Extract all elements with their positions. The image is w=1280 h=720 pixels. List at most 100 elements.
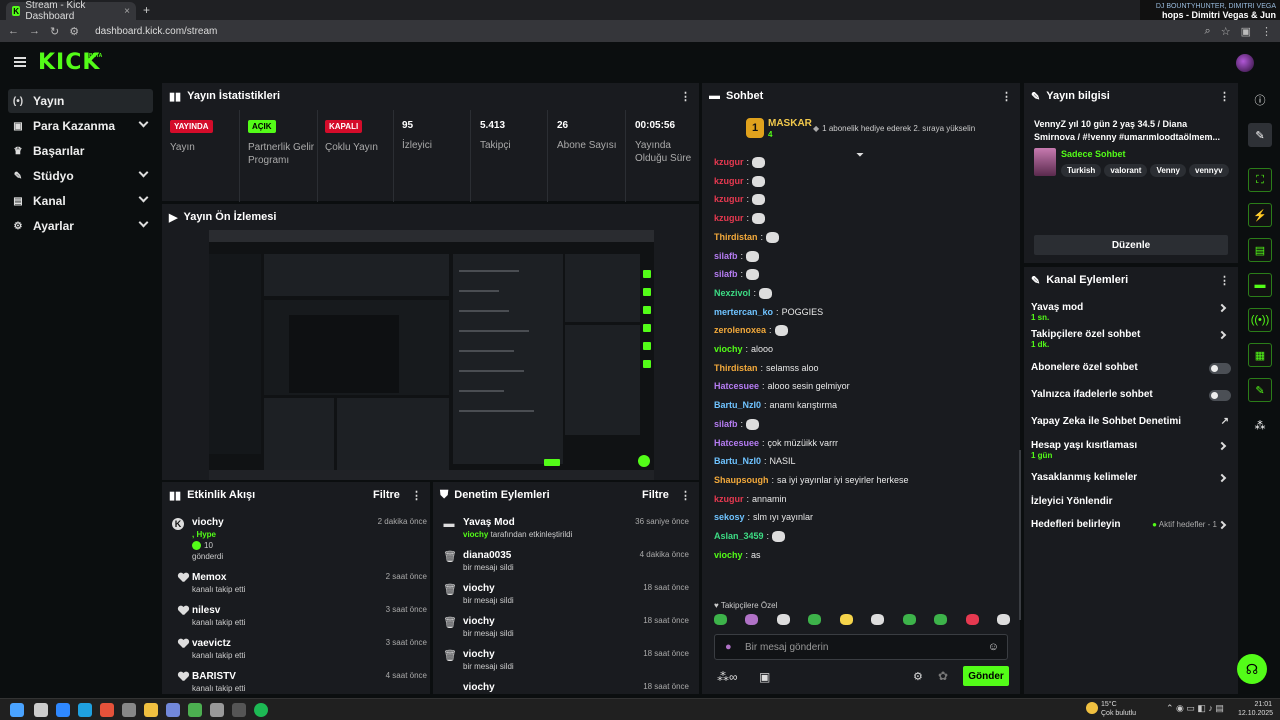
emotes-only-toggle[interactable] <box>1209 390 1231 401</box>
activity-username[interactable]: viochy <box>192 517 224 528</box>
moderation-user[interactable]: viochy <box>463 682 495 693</box>
emote-icon[interactable] <box>714 614 727 625</box>
moderation-more-icon[interactable]: ⋮ <box>680 489 691 502</box>
activity-more-icon[interactable]: ⋮ <box>411 489 422 502</box>
users-icon[interactable]: ⁂ <box>1248 413 1272 437</box>
chat-username[interactable]: Shaupsough <box>714 475 769 485</box>
sidebar-item-yayin[interactable]: (•) Yayın <box>8 89 153 113</box>
points-icon[interactable]: ⁂∞ <box>717 670 738 684</box>
menu-hamburger-icon[interactable] <box>14 57 26 67</box>
browser-tab[interactable]: K Stream - Kick Dashboard × <box>6 0 136 22</box>
emote-icon[interactable] <box>839 614 853 625</box>
moderation-user[interactable]: viochy <box>463 583 514 594</box>
sidebar-item-ayarlar[interactable]: ⚙ Ayarlar <box>8 214 153 238</box>
chat-username[interactable]: silafb <box>714 269 738 279</box>
bookmark-star-icon[interactable]: ☆ <box>1221 25 1231 38</box>
action-subscribers-only[interactable]: Abonelere özel sohbet <box>1031 362 1231 376</box>
category-name[interactable]: Sadece Sohbet <box>1061 149 1126 159</box>
zoom-icon[interactable]: ⌕ <box>1205 25 1211 38</box>
browser-menu-icon[interactable]: ⋮ <box>1261 25 1272 38</box>
activity-username[interactable]: BARISTV <box>192 671 245 682</box>
chat-username[interactable]: Aslan_3459 <box>714 531 764 541</box>
emote-icon[interactable] <box>776 614 790 625</box>
pencil-icon[interactable]: ✎ <box>1248 123 1272 147</box>
tray-icons[interactable]: ⌃ ◉ ▭ ◧ ♪ ▤ <box>1166 703 1224 714</box>
mic-icon[interactable]: ● <box>725 641 732 653</box>
fullscreen-icon[interactable]: ⛶ <box>1248 168 1272 192</box>
sidebar-item-para-kazanma[interactable]: ▣ Para Kazanma <box>8 114 153 138</box>
app-icon[interactable] <box>56 703 70 717</box>
new-tab-button[interactable]: + <box>143 3 150 17</box>
chat-username[interactable]: Hatcesuee <box>714 381 759 391</box>
reload-icon[interactable]: ↻ <box>50 25 59 38</box>
chat-username[interactable]: mertercan_ko <box>714 307 773 317</box>
app-icon[interactable] <box>100 703 114 717</box>
broadcast-icon[interactable]: ((•)) <box>1248 308 1272 332</box>
moderation-user[interactable]: diana0035 <box>463 550 514 561</box>
chat-username[interactable]: silafb <box>714 251 738 261</box>
channel-actions-more-icon[interactable]: ⋮ <box>1219 274 1230 287</box>
chat-more-icon[interactable]: ⋮ <box>1001 90 1012 103</box>
store-icon[interactable]: ▣ <box>759 670 770 684</box>
chat-username[interactable]: viochy <box>714 550 743 560</box>
activity-filter-button[interactable]: Filtre <box>373 489 400 501</box>
chat-username[interactable]: kzugur <box>714 157 744 167</box>
activity-username[interactable]: nilesv <box>192 605 245 616</box>
chat-username[interactable]: kzugur <box>714 194 744 204</box>
close-tab-icon[interactable]: × <box>124 6 130 17</box>
wrench-icon[interactable]: ✎ <box>1248 378 1272 402</box>
back-icon[interactable]: ← <box>8 25 19 37</box>
moderation-filter-button[interactable]: Filtre <box>642 489 669 501</box>
sidebar-item-kanal[interactable]: ▤ Kanal <box>8 189 153 213</box>
stream-preview-video[interactable] <box>209 230 654 480</box>
action-account-age[interactable]: Hesap yaşı kısıtlaması 1 gün <box>1031 440 1231 462</box>
sidebar-item-studyo[interactable]: ✎ Stüdyo <box>8 164 153 188</box>
moderation-user[interactable]: viochy <box>463 616 514 627</box>
emote-icon[interactable] <box>745 614 759 625</box>
notes-icon[interactable]: ▤ <box>1248 238 1272 262</box>
activity-username[interactable]: vaevictz <box>192 638 245 649</box>
action-emotes-only[interactable]: Yalnızca ifadelerle sohbet <box>1031 389 1231 403</box>
action-banned-words[interactable]: Yasaklanmış kelimeler <box>1031 472 1231 486</box>
clock[interactable]: 21:01 12.10.2025 <box>1238 700 1273 718</box>
action-goals[interactable]: Hedefleri belirleyin ● Aktif hedefler - … <box>1031 519 1231 533</box>
action-raid[interactable]: İzleyici Yönlendir <box>1031 496 1231 510</box>
url-field[interactable]: dashboard.kick.com/stream <box>95 26 217 37</box>
chat-username[interactable]: kzugur <box>714 213 744 223</box>
stream-info-more-icon[interactable]: ⋮ <box>1219 90 1230 103</box>
activity-username[interactable]: Memox <box>192 572 245 583</box>
support-headset-icon[interactable]: ☊ <box>1237 654 1267 684</box>
chat-username[interactable]: kzugur <box>714 494 744 504</box>
chat-username[interactable]: zerolenoxea <box>714 325 766 335</box>
discord-icon[interactable] <box>166 703 180 717</box>
moderator-name[interactable]: viochy <box>463 530 488 539</box>
emote-icon[interactable] <box>902 614 916 625</box>
chat-input[interactable]: ● Bir mesaj gönderin ☺ <box>714 634 1008 660</box>
chat-username[interactable]: Hatcesuee <box>714 438 759 448</box>
spotify-icon[interactable] <box>254 703 268 717</box>
layout-icon[interactable]: ▦ <box>1248 343 1272 367</box>
windows-start-icon[interactable] <box>10 703 24 717</box>
moderation-user[interactable]: viochy <box>463 649 514 660</box>
lightning-icon[interactable]: ⚡ <box>1248 203 1272 227</box>
chat-bubble-icon[interactable]: ▬ <box>1248 273 1272 297</box>
send-button[interactable]: Gönder <box>963 666 1009 686</box>
pinned-user[interactable]: MASKAR <box>768 118 812 129</box>
action-followers-only[interactable]: Takipçilere özel sohbet 1 dk. <box>1031 329 1231 351</box>
emote-icon[interactable] <box>871 614 885 625</box>
chat-username[interactable]: viochy <box>714 344 743 354</box>
extensions-icon[interactable]: ▣ <box>1241 25 1251 38</box>
subscribers-only-toggle[interactable] <box>1209 363 1231 374</box>
app-icon[interactable] <box>210 703 224 717</box>
stats-more-icon[interactable]: ⋮ <box>680 90 691 103</box>
forward-icon[interactable]: → <box>29 25 40 37</box>
chat-username[interactable]: Nexzivol <box>714 288 751 298</box>
chat-username[interactable]: kzugur <box>714 176 744 186</box>
chat-settings-icon[interactable]: ⚙ <box>913 670 923 683</box>
chat-username[interactable]: silafb <box>714 419 738 429</box>
emote-icon[interactable] <box>934 614 948 625</box>
folder-icon[interactable] <box>144 703 158 717</box>
chat-username[interactable]: Bartu_NzI0 <box>714 400 761 410</box>
site-info-icon[interactable]: ⚙ <box>69 25 79 38</box>
search-icon[interactable] <box>34 703 48 717</box>
